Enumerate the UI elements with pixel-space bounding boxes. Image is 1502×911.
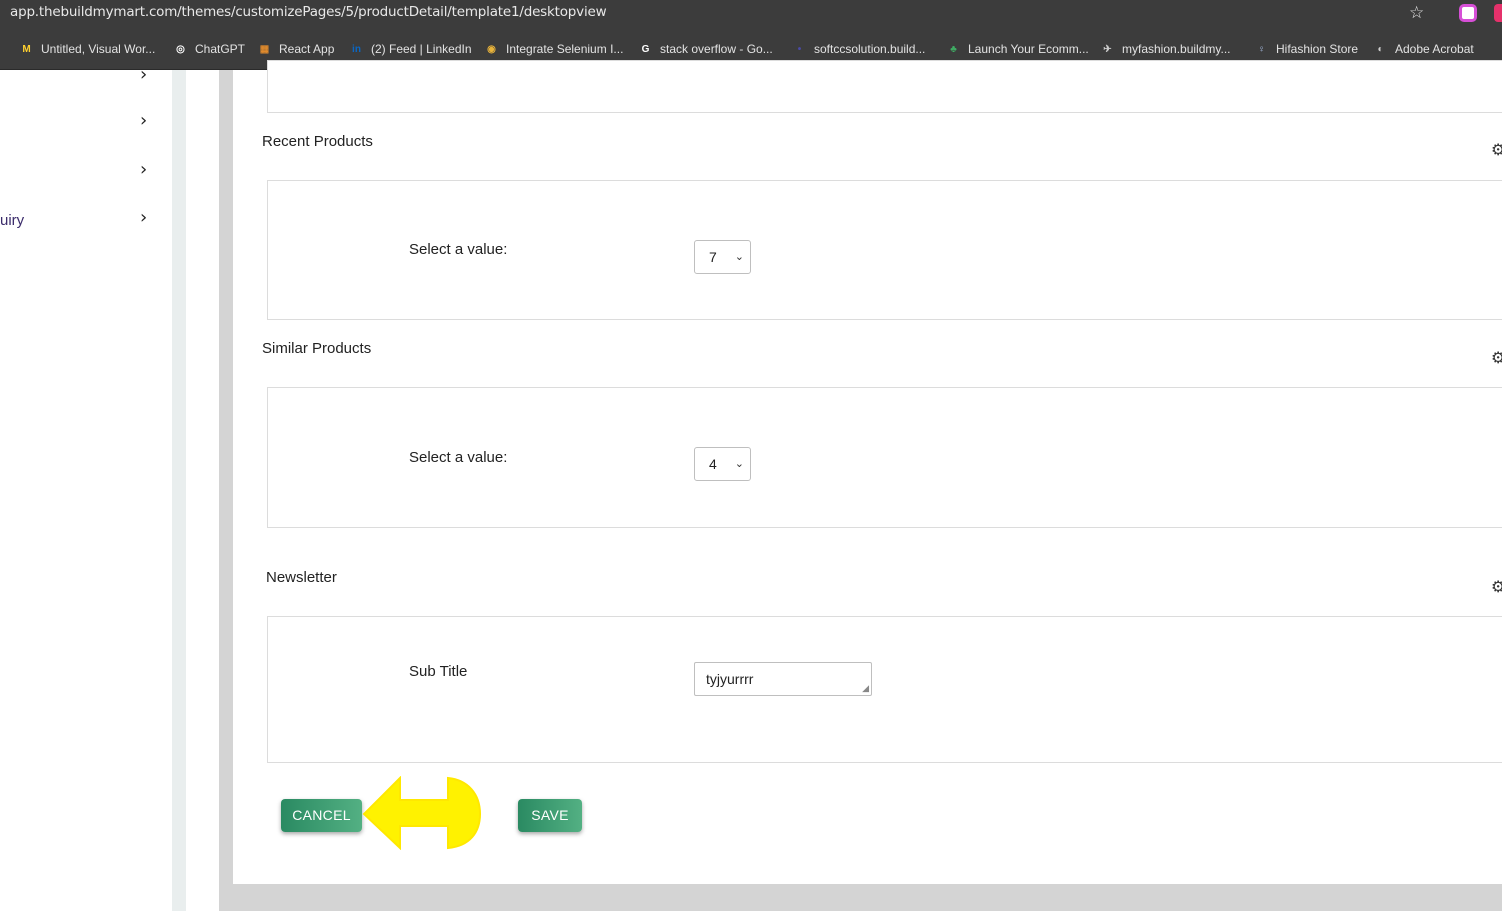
bookmark-label: Integrate Selenium I... bbox=[506, 42, 624, 56]
bookmark-star-icon[interactable]: ☆ bbox=[1409, 3, 1424, 23]
section-title-newsletter: Newsletter bbox=[266, 569, 337, 586]
bookmark-item[interactable]: ◎ ChatGPT bbox=[173, 40, 245, 58]
gear-icon[interactable]: ⚙ bbox=[1491, 348, 1502, 366]
annotation-arrow-icon bbox=[362, 776, 482, 850]
bookmark-item[interactable]: ▦ React App bbox=[257, 40, 335, 58]
bookmark-label: React App bbox=[279, 42, 335, 56]
textarea-value: tyjyurrrr bbox=[706, 671, 754, 687]
gear-icon[interactable]: ⚙ bbox=[1491, 577, 1502, 595]
extension-icon[interactable] bbox=[1494, 4, 1502, 22]
bookmark-label: myfashion.buildmy... bbox=[1122, 42, 1231, 56]
section-title-similar-products: Similar Products bbox=[262, 340, 372, 357]
bookmark-label: stack overflow - Go... bbox=[660, 42, 773, 56]
cancel-button[interactable]: CANCEL bbox=[281, 799, 362, 832]
linkedin-icon: in bbox=[352, 43, 361, 55]
section-box bbox=[267, 60, 1502, 113]
bookmark-item[interactable]: M Untitled, Visual Wor... bbox=[19, 40, 155, 58]
bookmark-label: ChatGPT bbox=[195, 42, 246, 56]
select-value: 7 bbox=[709, 249, 717, 265]
address-bar[interactable]: app.thebuildmymart.com/themes/customizeP… bbox=[10, 4, 607, 20]
bookmark-label: Launch Your Ecomm... bbox=[968, 42, 1089, 56]
google-icon: G bbox=[641, 43, 650, 55]
chevron-right-icon[interactable]: › bbox=[140, 207, 154, 228]
bookmark-item[interactable]: • softccsolution.build... bbox=[792, 40, 926, 58]
sidebar-item-label[interactable]: uiry bbox=[0, 212, 24, 229]
site-icon: • bbox=[797, 43, 802, 55]
chatgpt-icon: ◎ bbox=[176, 43, 185, 55]
recent-products-select[interactable]: 7 ⌄ bbox=[694, 240, 751, 274]
chevron-down-icon: ⌄ bbox=[734, 458, 744, 470]
bookmark-item[interactable]: ✈ myfashion.buildmy... bbox=[1100, 40, 1231, 58]
chrome-icon: ◉ bbox=[487, 43, 496, 55]
bookmark-label: softccsolution.build... bbox=[814, 42, 926, 56]
gear-icon[interactable]: ⚙ bbox=[1491, 140, 1502, 158]
similar-products-select[interactable]: 4 ⌄ bbox=[694, 447, 751, 481]
section-title-recent-products: Recent Products bbox=[262, 133, 373, 150]
bookmark-item[interactable]: in (2) Feed | LinkedIn bbox=[349, 40, 472, 58]
field-label: Sub Title bbox=[409, 663, 468, 680]
chevron-right-icon[interactable]: › bbox=[140, 159, 154, 180]
field-label: Select a value: bbox=[409, 449, 508, 466]
content-gutter bbox=[186, 70, 219, 911]
chevron-down-icon: ⌄ bbox=[734, 251, 744, 263]
newsletter-subtitle-textarea[interactable]: tyjyurrrr ◢ bbox=[694, 662, 872, 696]
save-button[interactable]: SAVE bbox=[518, 799, 582, 832]
miro-icon: M bbox=[22, 43, 31, 55]
store-icon: ♀ bbox=[1257, 43, 1266, 55]
bookmark-item[interactable]: ♀ Hifashion Store bbox=[1254, 40, 1358, 58]
select-value: 4 bbox=[709, 456, 717, 472]
bookmark-item[interactable]: ◉ Integrate Selenium I... bbox=[484, 40, 623, 58]
bookmark-label: (2) Feed | LinkedIn bbox=[371, 42, 472, 56]
globe-icon: ◐ bbox=[1377, 43, 1384, 55]
field-label: Select a value: bbox=[409, 241, 508, 258]
sidebar: › › › uiry › bbox=[0, 64, 172, 911]
extension-icon[interactable] bbox=[1459, 4, 1477, 22]
bookmark-item[interactable]: ♣ Launch Your Ecomm... bbox=[946, 40, 1089, 58]
browser-url-bar: app.thebuildmymart.com/themes/customizeP… bbox=[0, 0, 1502, 28]
fashion-icon: ✈ bbox=[1103, 43, 1112, 55]
bookmark-label: Untitled, Visual Wor... bbox=[41, 42, 156, 56]
bookmark-item[interactable]: Gstack overflow - Go... bbox=[638, 40, 773, 58]
resize-handle-icon[interactable]: ◢ bbox=[862, 683, 869, 694]
bookmark-label: Adobe Acrobat bbox=[1395, 42, 1474, 56]
bookmark-label: Hifashion Store bbox=[1276, 42, 1359, 56]
chevron-right-icon[interactable]: › bbox=[140, 110, 154, 131]
react-app-icon: ▦ bbox=[259, 43, 270, 55]
ecommerce-icon: ♣ bbox=[950, 43, 957, 55]
sidebar-border bbox=[172, 70, 186, 911]
section-box bbox=[267, 616, 1502, 763]
bookmark-item[interactable]: ◐ Adobe Acrobat bbox=[1373, 40, 1474, 58]
chevron-right-icon[interactable]: › bbox=[140, 64, 154, 85]
